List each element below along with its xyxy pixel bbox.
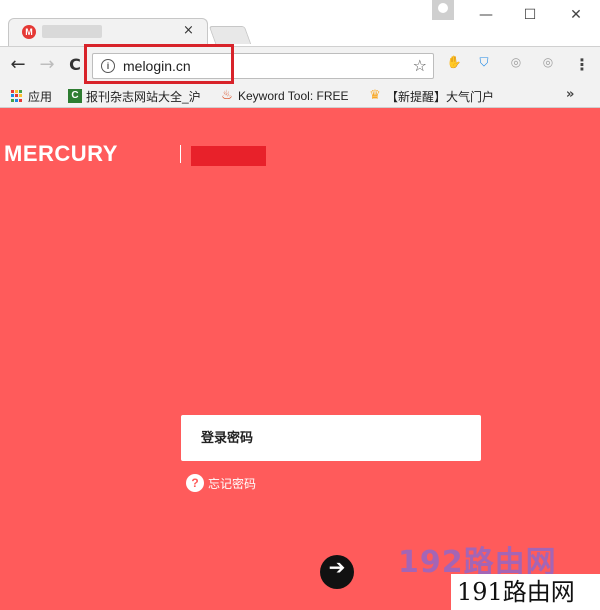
tab-title-redacted <box>42 25 102 38</box>
refresh-green-icon: C <box>68 89 82 103</box>
browser-title-bar: M × — ☐ ✕ <box>0 0 600 46</box>
maximize-button[interactable]: ☐ <box>520 5 540 25</box>
bookmark-label: Keyword Tool: FREE <box>238 89 349 103</box>
extension-icon-1[interactable]: ◎ <box>506 55 526 75</box>
login-submit-button[interactable]: ➔ <box>320 555 354 589</box>
shield-icon[interactable]: ⛉ <box>474 55 494 75</box>
bookmark-label: 应用 <box>28 89 53 104</box>
redacted-product-name <box>191 146 266 166</box>
minimize-button[interactable]: — <box>476 5 496 25</box>
extension-icon-2[interactable]: ◎ <box>538 55 558 75</box>
bookmark-star-icon[interactable]: ☆ <box>413 56 427 75</box>
question-mark-icon: ? <box>186 474 204 492</box>
profile-icon[interactable] <box>432 0 454 20</box>
bookmark-label: 报刊杂志网站大全_沪 <box>86 89 201 104</box>
watermark-191: 191路由网 <box>451 574 600 610</box>
password-field[interactable] <box>181 415 481 461</box>
back-arrow-icon[interactable]: ← <box>7 54 29 76</box>
hand-icon[interactable]: ✋ <box>444 55 464 75</box>
password-input[interactable] <box>181 415 481 461</box>
flame-icon: ♨ <box>221 88 233 103</box>
bookmark-label: 【新提醒】大气门户 <box>386 89 495 104</box>
reload-icon[interactable]: C <box>64 54 86 76</box>
url-highlight-annotation <box>84 44 234 84</box>
apps-grid-icon <box>10 89 24 103</box>
bookmark-keyword-tool[interactable]: ♨ Keyword Tool: FREE <box>220 88 354 104</box>
close-window-button[interactable]: ✕ <box>566 5 586 25</box>
forward-arrow-icon[interactable]: → <box>36 54 58 76</box>
forgot-password-label: 忘记密码 <box>208 476 257 491</box>
more-bookmarks-icon[interactable]: » <box>566 87 574 102</box>
mercury-favicon-icon: M <box>22 25 36 39</box>
browser-tab[interactable] <box>8 18 208 46</box>
bookmark-apps[interactable]: 应用 <box>10 88 52 104</box>
router-login-page: MERCURY ? 忘记密码 ➔ <box>0 108 600 610</box>
bookmarks-bar: 应用 C 报刊杂志网站大全_沪 ♨ Keyword Tool: FREE ♛ 【… <box>0 84 600 108</box>
forgot-password-link[interactable]: ? 忘记密码 <box>186 474 256 492</box>
bookmark-newspapers[interactable]: C 报刊杂志网站大全_沪 <box>68 88 206 104</box>
browser-menu-icon[interactable]: ⋮ <box>574 56 590 74</box>
new-tab-button[interactable] <box>208 26 252 44</box>
mercury-logo: MERCURY <box>4 141 118 166</box>
trophy-icon: ♛ <box>369 88 381 103</box>
logo-divider <box>180 145 181 163</box>
bookmark-portal[interactable]: ♛ 【新提醒】大气门户 <box>368 88 502 104</box>
tab-close-icon[interactable]: × <box>183 23 194 38</box>
